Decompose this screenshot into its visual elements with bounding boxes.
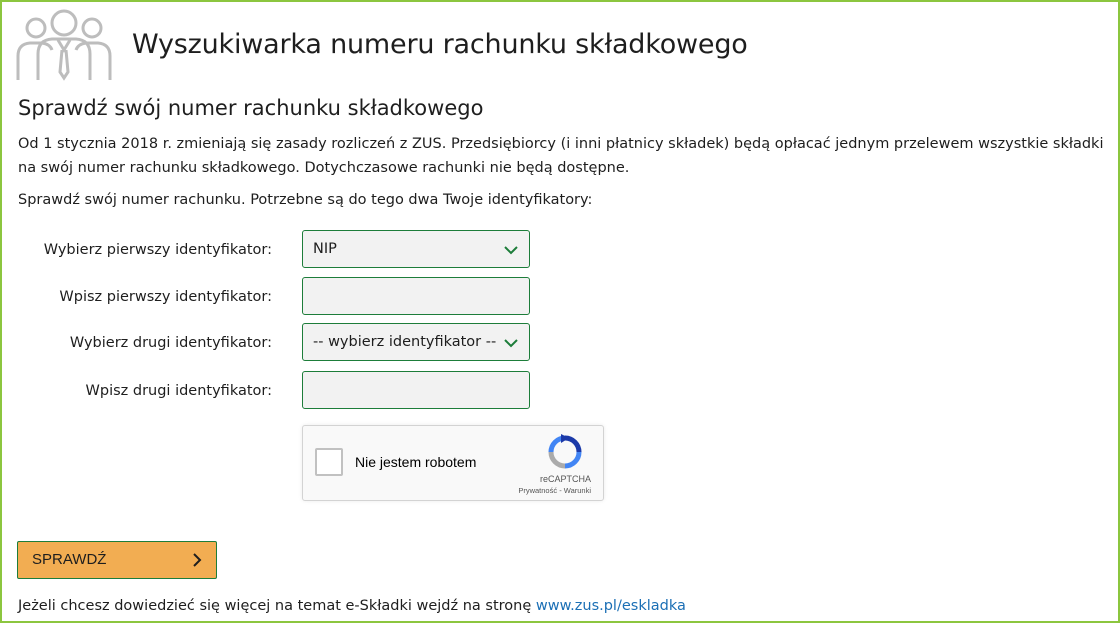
first-identifier-input[interactable] <box>302 277 530 315</box>
people-group-icon <box>16 9 112 81</box>
recaptcha-logo-icon <box>548 434 582 469</box>
chevron-right-icon <box>193 553 202 567</box>
second-identifier-select-value: -- wybierz identyfikator -- <box>313 334 497 350</box>
first-identifier-select[interactable]: NIP <box>302 230 530 268</box>
submit-button-label: SPRAWDŹ <box>32 551 107 568</box>
captcha-terms-link[interactable]: Prywatność - Warunki <box>518 486 591 495</box>
captcha-label: Nie jestem robotem <box>355 454 477 470</box>
intro-text: Od 1 stycznia 2018 r. zmieniają się zasa… <box>18 136 1104 176</box>
page-title: Wyszukiwarka numeru rachunku składkowego <box>132 28 748 60</box>
second-identifier-select-label: Wybierz drugi identyfikator: <box>69 335 272 351</box>
second-identifier-input[interactable] <box>302 371 530 409</box>
footer-text-body: Jeżeli chcesz dowiedzieć się więcej na t… <box>18 598 536 614</box>
footer-text: Jeżeli chcesz dowiedzieć się więcej na t… <box>18 594 686 618</box>
first-identifier-input-label: Wpisz pierwszy identyfikator: <box>59 289 272 305</box>
second-identifier-input-row: Wpisz drugi identyfikator: <box>0 371 540 411</box>
second-identifier-select-row: Wybierz drugi identyfikator: -- wybierz … <box>0 323 540 363</box>
captcha-brand: reCAPTCHA <box>539 474 591 484</box>
chevron-down-icon <box>504 339 518 348</box>
second-identifier-select[interactable]: -- wybierz identyfikator -- <box>302 323 530 361</box>
recaptcha-widget: Nie jestem robotem reCAPTCHA Prywatność … <box>302 425 604 501</box>
first-identifier-select-label: Wybierz pierwszy identyfikator: <box>43 242 272 258</box>
first-identifier-input-row: Wpisz pierwszy identyfikator: <box>0 277 540 317</box>
first-identifier-select-value: NIP <box>313 241 337 257</box>
hint-text: Sprawdź swój numer rachunku. Potrzebne s… <box>18 192 593 208</box>
first-identifier-select-row: Wybierz pierwszy identyfikator: NIP <box>0 230 540 270</box>
second-identifier-input-label: Wpisz drugi identyfikator: <box>85 383 272 399</box>
header: Wyszukiwarka numeru rachunku składkowego <box>14 6 748 82</box>
captcha-checkbox[interactable] <box>315 448 343 476</box>
chevron-down-icon <box>504 246 518 255</box>
submit-button[interactable]: SPRAWDŹ <box>17 541 217 579</box>
section-title: Sprawdź swój numer rachunku składkowego <box>18 96 484 120</box>
eskladka-link[interactable]: www.zus.pl/eskladka <box>536 598 686 614</box>
